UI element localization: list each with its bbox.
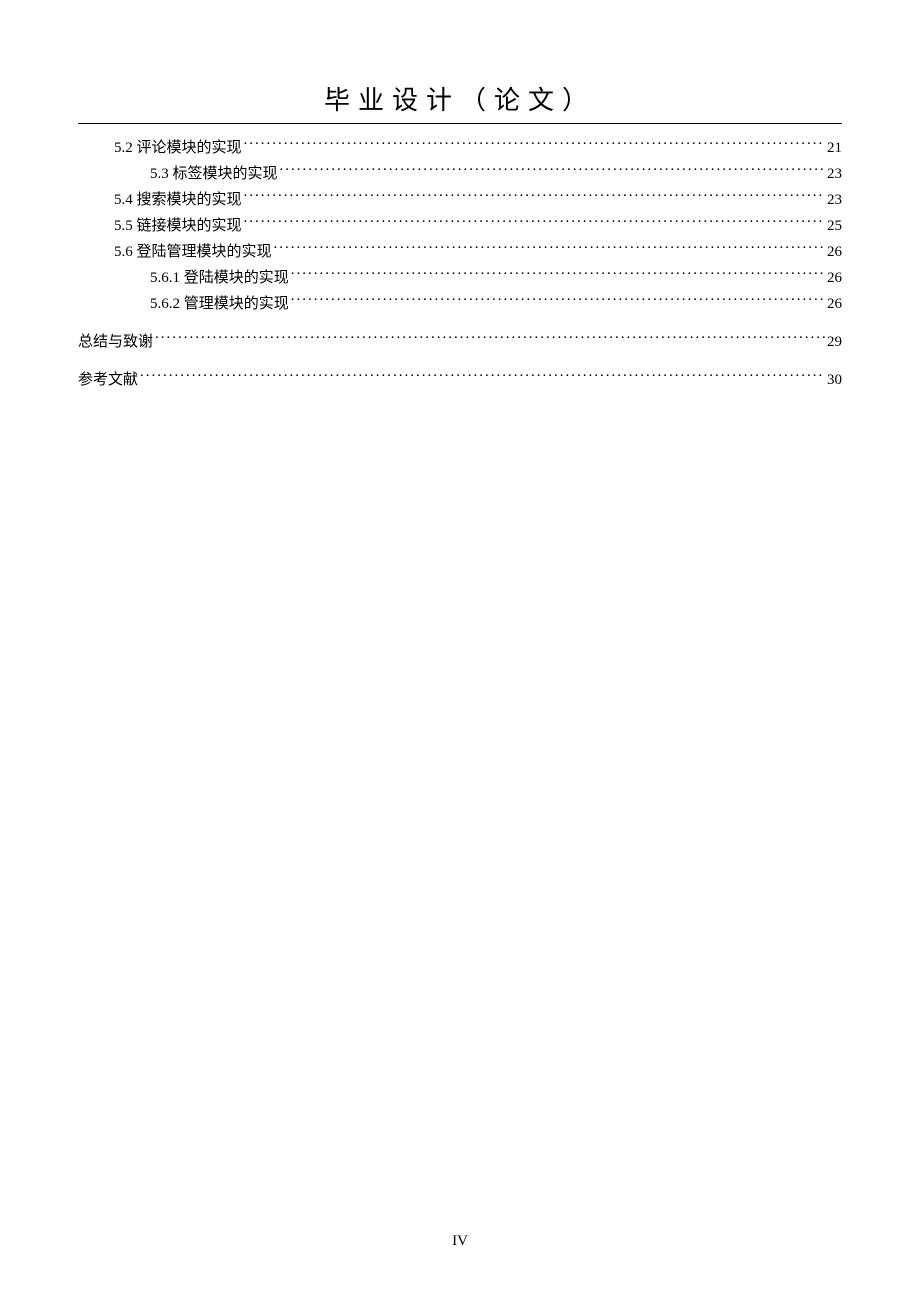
toc-leader-dots bbox=[140, 369, 825, 384]
toc-entry: 5.5 链接模块的实现 25 bbox=[78, 214, 842, 238]
toc-entry-label: 5.6.1 登陆模块的实现 bbox=[150, 266, 289, 290]
toc-entry-page: 23 bbox=[827, 188, 842, 212]
toc-entry: 5.2 评论模块的实现 21 bbox=[78, 136, 842, 160]
toc-entry: 5.4 搜索模块的实现 23 bbox=[78, 188, 842, 212]
toc-entry-page: 26 bbox=[827, 240, 842, 264]
toc-entry-label: 5.2 评论模块的实现 bbox=[114, 136, 242, 160]
table-of-contents: 5.2 评论模块的实现215.3 标签模块的实现235.4 搜索模块的实现235… bbox=[78, 136, 842, 392]
toc-entry: 5.6 登陆管理模块的实现 26 bbox=[78, 240, 842, 264]
toc-entry-page: 25 bbox=[827, 214, 842, 238]
toc-entry-page: 23 bbox=[827, 162, 842, 186]
toc-entry-page: 29 bbox=[827, 330, 842, 354]
toc-entry-label: 5.6.2 管理模块的实现 bbox=[150, 292, 289, 316]
toc-entry-page: 26 bbox=[827, 266, 842, 290]
toc-leader-dots bbox=[291, 267, 825, 282]
toc-entry-label: 总结与致谢 bbox=[78, 330, 153, 354]
toc-entry: 总结与致谢 29 bbox=[78, 330, 842, 354]
toc-entry: 参考文献 30 bbox=[78, 368, 842, 392]
toc-leader-dots bbox=[274, 241, 825, 256]
toc-entry-page: 30 bbox=[827, 368, 842, 392]
toc-entry-label: 5.5 链接模块的实现 bbox=[114, 214, 242, 238]
toc-entry-page: 21 bbox=[827, 136, 842, 160]
toc-entry: 5.3 标签模块的实现 23 bbox=[78, 162, 842, 186]
toc-entry-page: 26 bbox=[827, 292, 842, 316]
document-page: 毕业设计（论文） 5.2 评论模块的实现215.3 标签模块的实现235.4 搜… bbox=[0, 0, 920, 1302]
toc-entry-label: 5.4 搜索模块的实现 bbox=[114, 188, 242, 212]
toc-entry-label: 5.6 登陆管理模块的实现 bbox=[114, 240, 272, 264]
page-title: 毕业设计（论文） bbox=[78, 80, 842, 124]
toc-entry-label: 参考文献 bbox=[78, 368, 138, 392]
toc-entry: 5.6.1 登陆模块的实现 26 bbox=[78, 266, 842, 290]
toc-leader-dots bbox=[244, 215, 825, 230]
toc-leader-dots bbox=[280, 163, 825, 178]
toc-entry-label: 5.3 标签模块的实现 bbox=[150, 162, 278, 186]
page-number: IV bbox=[0, 1233, 920, 1250]
toc-leader-dots bbox=[291, 293, 825, 308]
toc-leader-dots bbox=[244, 189, 825, 204]
toc-leader-dots bbox=[244, 137, 825, 152]
toc-entry: 5.6.2 管理模块的实现 26 bbox=[78, 292, 842, 316]
toc-leader-dots bbox=[155, 331, 825, 346]
